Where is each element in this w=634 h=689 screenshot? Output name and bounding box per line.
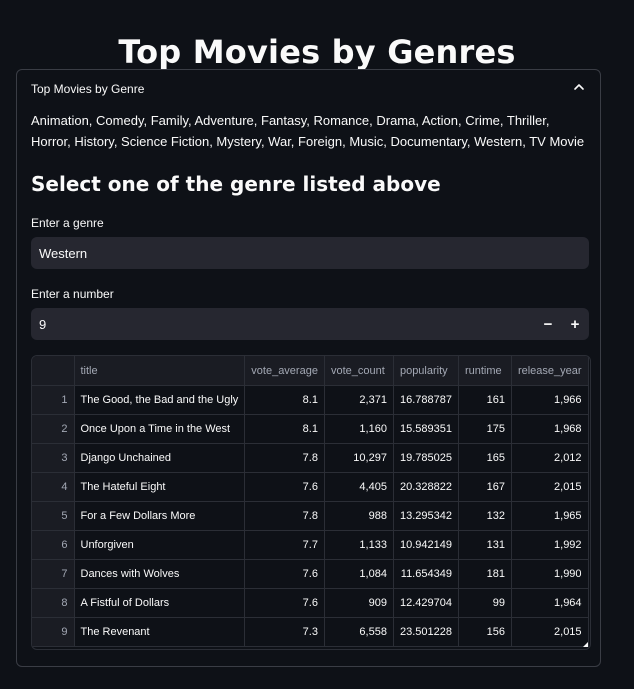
table-cell[interactable]: 4,405: [324, 472, 394, 502]
table-cell[interactable]: 988: [324, 501, 394, 531]
table-cell[interactable]: 8.1: [244, 385, 325, 415]
table-cell[interactable]: 175: [458, 414, 512, 444]
genre-list-text: Animation, Comedy, Family, Adventure, Fa…: [31, 113, 585, 149]
column-header[interactable]: runtime: [458, 356, 512, 386]
page-title: Top Movies by Genres: [118, 33, 516, 72]
table-cell[interactable]: Django Unchained: [74, 443, 246, 473]
table-row[interactable]: 6 Unforgiven 7.7 1,133 10.942149 131 1,992: [32, 530, 589, 560]
table-row[interactable]: 3 Django Unchained 7.8 10,297 19.785025 165 2,…: [32, 443, 589, 473]
column-header[interactable]: vote_average: [244, 356, 325, 386]
table-cell[interactable]: Once Upon a Time in the West: [74, 414, 246, 444]
genre-input[interactable]: [31, 237, 589, 269]
row-index: 5: [32, 501, 75, 531]
table-cell[interactable]: 7.6: [244, 588, 325, 618]
table-row[interactable]: 7 Dances with Wolves 7.6 1,084 11.654349 181 1…: [32, 559, 589, 589]
table-header-row: title vote_average vote_count popularity…: [32, 356, 589, 386]
table-cell[interactable]: 1,160: [324, 414, 394, 444]
table-cell[interactable]: 1,964: [511, 588, 589, 618]
table-cell[interactable]: 2,012: [511, 443, 589, 473]
table-cell[interactable]: 2,015: [511, 472, 589, 502]
table-cell[interactable]: 7.3: [244, 617, 325, 647]
table-row[interactable]: 4 The Hateful Eight 7.6 4,405 20.328822 167 2,…: [32, 472, 589, 502]
table-cell[interactable]: A Fistful of Dollars: [74, 588, 246, 618]
column-header[interactable]: title: [74, 356, 246, 386]
table-cell[interactable]: The Revenant: [74, 617, 246, 647]
table-cell[interactable]: 167: [458, 472, 512, 502]
chevron-up-icon[interactable]: [572, 80, 586, 94]
table-cell[interactable]: 2,015: [511, 617, 589, 647]
table-cell[interactable]: 131: [458, 530, 512, 560]
row-index: 1: [32, 385, 75, 415]
table-cell[interactable]: 161: [458, 385, 512, 415]
table-cell[interactable]: 20.328822: [393, 472, 459, 502]
row-index: 7: [32, 559, 75, 589]
table-cell[interactable]: 7.6: [244, 559, 325, 589]
table-cell[interactable]: 1,968: [511, 414, 589, 444]
table-row[interactable]: 2 Once Upon a Time in the West 8.1 1,160 15.…: [32, 414, 589, 444]
table-cell[interactable]: 1,966: [511, 385, 589, 415]
table-cell[interactable]: Unforgiven: [74, 530, 246, 560]
table-cell[interactable]: 2,371: [324, 385, 394, 415]
row-index: 8: [32, 588, 75, 618]
number-input-label: Enter a number: [31, 287, 114, 301]
increment-button[interactable]: +: [562, 308, 588, 340]
row-index: 3: [32, 443, 75, 473]
number-input[interactable]: [31, 308, 511, 340]
table-row[interactable]: 8A Fistful of Dollars 7.6 909 12.429704 99 1,…: [32, 588, 589, 618]
table-cell[interactable]: 11.654349: [393, 559, 459, 589]
table-cell[interactable]: 1,133: [324, 530, 394, 560]
table-cell[interactable]: 6,558: [324, 617, 394, 647]
table-cell[interactable]: 1,084: [324, 559, 394, 589]
expander-header[interactable]: Top Movies by Genre: [17, 70, 600, 108]
decrement-button[interactable]: −: [535, 308, 561, 340]
table-cell[interactable]: 7.8: [244, 443, 325, 473]
table-row[interactable]: 9 The Revenant 7.3 6,558 23.501228 156 2,015: [32, 617, 589, 647]
table-cell[interactable]: 7.8: [244, 501, 325, 531]
table-cell[interactable]: 1,992: [511, 530, 589, 560]
movies-dataframe[interactable]: title vote_average vote_count popularity…: [31, 355, 591, 650]
row-index: 9: [32, 617, 75, 647]
table-row[interactable]: 5 For a Few Dollars More 7.8 988 13.295342 13…: [32, 501, 589, 531]
table-cell[interactable]: For a Few Dollars More: [74, 501, 246, 531]
table-cell[interactable]: 1,990: [511, 559, 589, 589]
table-cell[interactable]: The Hateful Eight: [74, 472, 246, 502]
column-header[interactable]: popularity: [393, 356, 459, 386]
table-cell[interactable]: 7.6: [244, 472, 325, 502]
select-genre-subheader: Select one of the genre listed above: [31, 172, 441, 196]
table-cell[interactable]: 16.788787: [393, 385, 459, 415]
table-cell[interactable]: 132: [458, 501, 512, 531]
resize-handle-icon[interactable]: [583, 642, 588, 647]
table-cell[interactable]: 10.942149: [393, 530, 459, 560]
table-cell[interactable]: 181: [458, 559, 512, 589]
table-cell[interactable]: The Good, the Bad and the Ugly: [74, 385, 246, 415]
table-cell[interactable]: 23.501228: [393, 617, 459, 647]
table-cell[interactable]: Dances with Wolves: [74, 559, 246, 589]
genre-input-label: Enter a genre: [31, 216, 104, 230]
table-row[interactable]: 1 The Good, the Bad and the Ugly 8.1 2,371 1…: [32, 385, 589, 415]
table-cell[interactable]: 99: [458, 588, 512, 618]
table-cell[interactable]: 10,297: [324, 443, 394, 473]
table-cell[interactable]: 15.589351: [393, 414, 459, 444]
table-cell[interactable]: 12.429704: [393, 588, 459, 618]
number-input-container: − +: [31, 308, 589, 340]
column-header[interactable]: release_year: [511, 356, 589, 386]
index-header: [32, 356, 75, 386]
table-cell[interactable]: 1,965: [511, 501, 589, 531]
row-index: 4: [32, 472, 75, 502]
table-cell[interactable]: 165: [458, 443, 512, 473]
genre-expander: Top Movies by Genre Animation, Comedy, F…: [16, 69, 601, 667]
movies-table: title vote_average vote_count popularity…: [32, 356, 589, 647]
table-cell[interactable]: 909: [324, 588, 394, 618]
table-cell[interactable]: 13.295342: [393, 501, 459, 531]
row-index: 2: [32, 414, 75, 444]
table-cell[interactable]: 19.785025: [393, 443, 459, 473]
table-cell[interactable]: 7.7: [244, 530, 325, 560]
column-header[interactable]: vote_count: [324, 356, 394, 386]
row-index: 6: [32, 530, 75, 560]
table-cell[interactable]: 156: [458, 617, 512, 647]
table-cell[interactable]: 8.1: [244, 414, 325, 444]
expander-title: Top Movies by Genre: [31, 82, 145, 96]
